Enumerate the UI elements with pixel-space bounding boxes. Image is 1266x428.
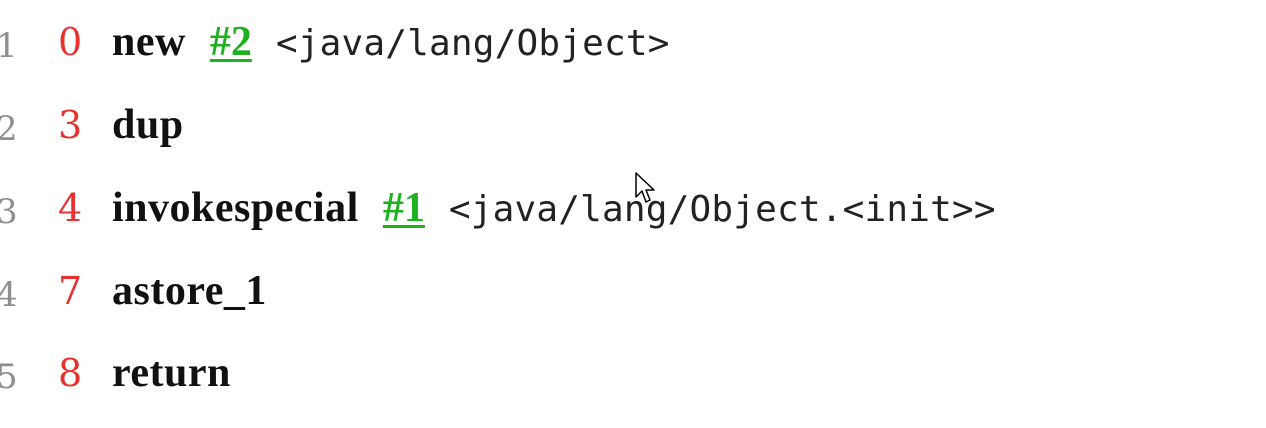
opcode: invokespecial [112, 185, 359, 231]
line-number: 5 [0, 357, 18, 397]
constant-comment: <java/lang/Object.<init>> [448, 189, 996, 230]
instruction-offset: 0 [58, 20, 83, 64]
constant-pool-link[interactable]: #2 [210, 18, 252, 66]
constant-pool-link[interactable]: #1 [383, 184, 425, 232]
instruction-offset: 8 [58, 351, 83, 395]
mouse-pointer-icon [635, 172, 655, 203]
instruction: return [112, 349, 231, 397]
bytecode-line: 3 4 invokespecial #1 <java/lang/Object.<… [0, 184, 1266, 244]
instruction-offset: 7 [58, 269, 83, 313]
line-number: 4 [0, 275, 18, 315]
instruction: astore_1 [112, 267, 267, 315]
constant-comment: <java/lang/Object> [275, 23, 670, 64]
opcode: return [112, 350, 231, 396]
bytecode-line: 1 0 new #2 <java/lang/Object> [0, 18, 1266, 78]
opcode: new [112, 19, 186, 65]
line-number: 2 [0, 109, 18, 149]
instruction: invokespecial #1 <java/lang/Object.<init… [112, 184, 996, 232]
instruction: dup [112, 101, 184, 149]
opcode: dup [112, 102, 184, 148]
opcode: astore_1 [112, 268, 267, 314]
bytecode-line: 5 8 return [0, 349, 1266, 409]
line-number: 1 [0, 26, 18, 66]
bytecode-view: 1 0 new #2 <java/lang/Object> 2 3 dup 3 … [0, 0, 1266, 428]
bytecode-line: 2 3 dup [0, 101, 1266, 161]
bytecode-line: 4 7 astore_1 [0, 267, 1266, 327]
instruction-offset: 3 [58, 103, 83, 147]
line-number: 3 [0, 192, 18, 232]
instruction-offset: 4 [58, 186, 83, 230]
instruction: new #2 <java/lang/Object> [112, 18, 670, 66]
